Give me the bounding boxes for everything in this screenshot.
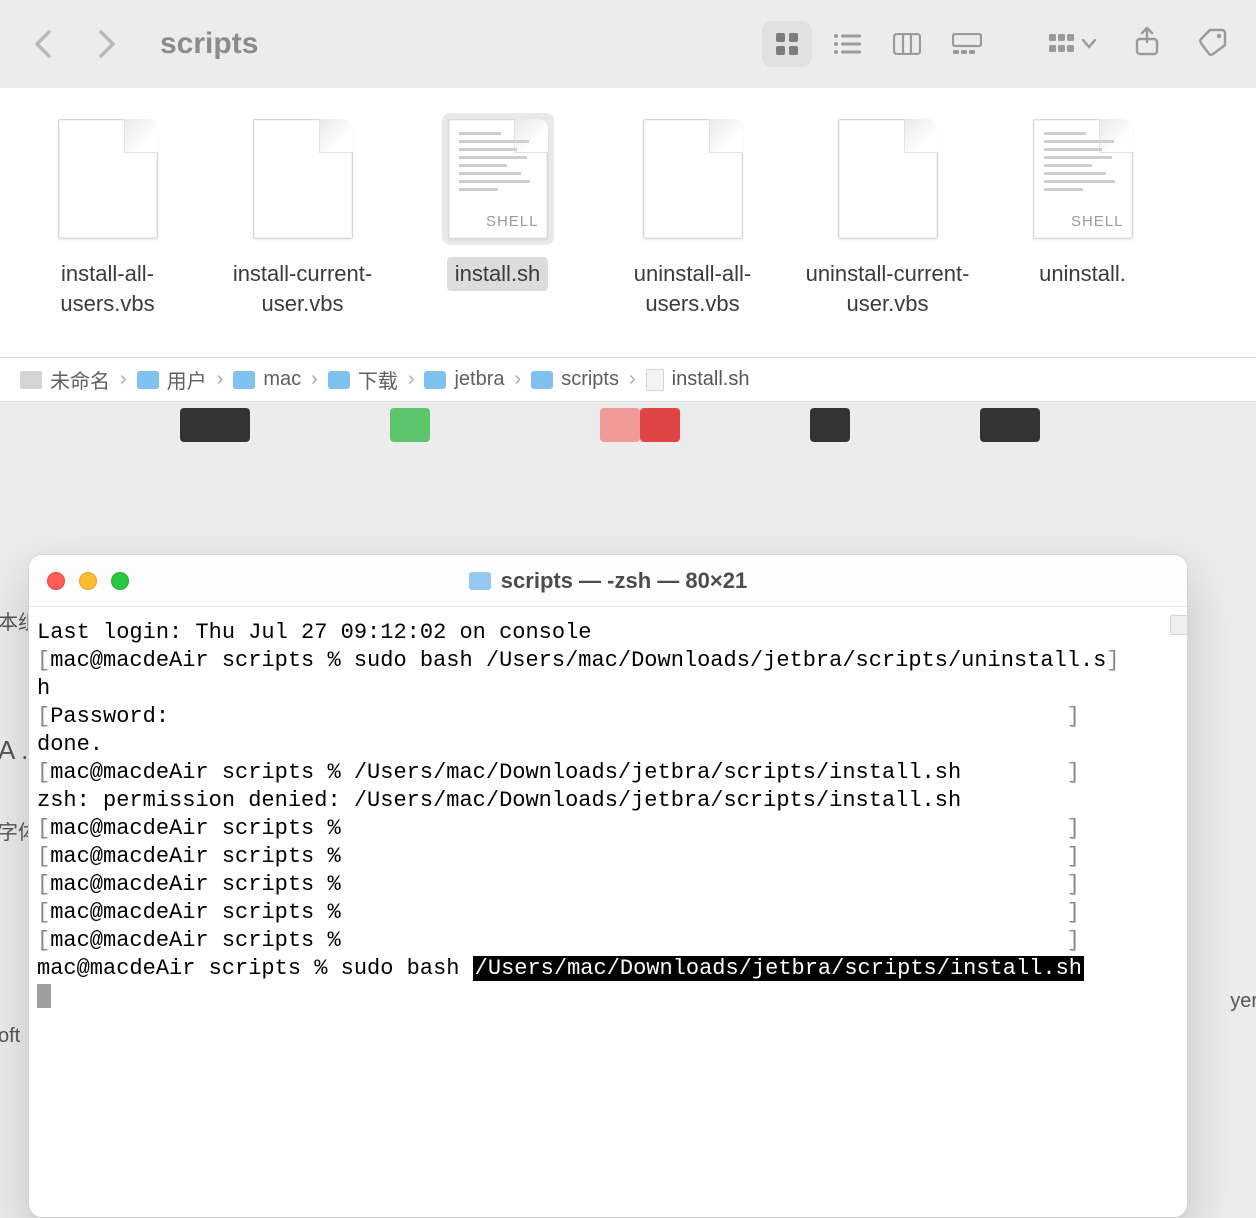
- path-label: install.sh: [672, 368, 750, 391]
- file-item[interactable]: install-all-users.vbs: [10, 113, 205, 321]
- path-label: mac: [263, 368, 301, 391]
- terminal-cursor: [37, 984, 51, 1008]
- path-bar: 未命名 › 用户 › mac › 下载 › jetbra › scripts › install.sh: [0, 358, 1256, 402]
- terminal-cursor-line: [37, 983, 1179, 1011]
- path-segment[interactable]: 下载: [328, 365, 398, 394]
- terminal-line: mac@macdeAir scripts %: [37, 871, 1179, 899]
- file-icon: [247, 113, 359, 245]
- terminal-line: Password:: [37, 703, 1179, 731]
- view-gallery-button[interactable]: [942, 21, 992, 67]
- file-item[interactable]: SHELL uninstall.: [985, 113, 1180, 291]
- window-minimize-button[interactable]: [79, 572, 97, 590]
- terminal-line: mac@macdeAir scripts %: [37, 815, 1179, 843]
- file-label: uninstall-current-user.vbs: [790, 257, 985, 321]
- share-button[interactable]: [1134, 27, 1160, 62]
- file-item[interactable]: SHELL install.sh: [400, 113, 595, 291]
- path-label: 用户: [167, 365, 207, 394]
- terminal-line: zsh: permission denied: /Users/mac/Downl…: [37, 787, 1179, 815]
- chevron-right-icon: ›: [515, 368, 522, 391]
- path-label: scripts: [561, 368, 619, 391]
- terminal-title: scripts — -zsh — 80×21: [501, 568, 747, 594]
- terminal-selection: /Users/mac/Downloads/jetbra/scripts/inst…: [473, 956, 1084, 981]
- view-mode-group: [762, 21, 992, 67]
- file-type-tag: SHELL: [1071, 213, 1124, 230]
- file-label: install-all-users.vbs: [10, 257, 205, 321]
- file-icon: SHELL: [1027, 113, 1139, 245]
- folder-icon: [233, 371, 255, 389]
- chevron-right-icon: ›: [217, 368, 224, 391]
- chevron-right-icon: ›: [408, 368, 415, 391]
- view-icons-button[interactable]: [762, 21, 812, 67]
- file-item[interactable]: install-current-user.vbs: [205, 113, 400, 321]
- finder-window: scripts: [0, 0, 1256, 402]
- file-icon: [646, 369, 664, 391]
- terminal-line: mac@macdeAir scripts %: [37, 899, 1179, 927]
- folder-icon: [469, 572, 491, 590]
- desktop-peek-right: yer: [1230, 540, 1256, 1013]
- file-icon: [637, 113, 749, 245]
- terminal-line: h: [37, 675, 1179, 703]
- folder-icon: [424, 371, 446, 389]
- terminal-body[interactable]: Last login: Thu Jul 27 09:12:02 on conso…: [29, 607, 1187, 1217]
- terminal-line: done.: [37, 731, 1179, 759]
- disk-icon: [20, 371, 42, 389]
- path-label: 未命名: [50, 365, 110, 394]
- path-segment[interactable]: mac: [233, 368, 301, 391]
- file-icon: [832, 113, 944, 245]
- file-icon: [52, 113, 164, 245]
- peek-text: yer: [1230, 990, 1256, 1013]
- path-label: jetbra: [454, 368, 504, 391]
- nav-forward-button[interactable]: [88, 27, 122, 61]
- folder-icon: [328, 371, 350, 389]
- terminal-line: mac@macdeAir scripts %: [37, 927, 1179, 955]
- finder-content[interactable]: install-all-users.vbsinstall-current-use…: [0, 88, 1256, 358]
- path-label: 下载: [358, 365, 398, 394]
- path-segment[interactable]: 未命名: [20, 365, 110, 394]
- finder-title: scripts: [160, 27, 258, 61]
- folder-icon: [137, 371, 159, 389]
- chevron-right-icon: ›: [629, 368, 636, 391]
- terminal-titlebar[interactable]: scripts — -zsh — 80×21: [29, 555, 1187, 607]
- file-type-tag: SHELL: [486, 213, 539, 230]
- chevron-right-icon: ›: [311, 368, 318, 391]
- terminal-scrollbar[interactable]: [1170, 615, 1188, 635]
- folder-icon: [531, 371, 553, 389]
- file-label: install-current-user.vbs: [205, 257, 400, 321]
- tags-button[interactable]: [1198, 27, 1228, 62]
- terminal-line: mac@macdeAir scripts %: [37, 843, 1179, 871]
- terminal-window: scripts — -zsh — 80×21 Last login: Thu J…: [28, 554, 1188, 1218]
- window-close-button[interactable]: [47, 572, 65, 590]
- path-segment[interactable]: install.sh: [646, 368, 750, 391]
- path-segment[interactable]: 用户: [137, 365, 207, 394]
- desktop-peek-strip: [0, 402, 1256, 456]
- file-item[interactable]: uninstall-all-users.vbs: [595, 113, 790, 321]
- chevron-right-icon: ›: [120, 368, 127, 391]
- file-item[interactable]: uninstall-current-user.vbs: [790, 113, 985, 321]
- file-label: install.sh: [447, 257, 549, 291]
- file-label: uninstall.: [1031, 257, 1134, 291]
- view-list-button[interactable]: [822, 21, 872, 67]
- nav-back-button[interactable]: [28, 27, 62, 61]
- window-zoom-button[interactable]: [111, 572, 129, 590]
- path-segment[interactable]: jetbra: [424, 368, 504, 391]
- terminal-line: Last login: Thu Jul 27 09:12:02 on conso…: [37, 619, 1179, 647]
- terminal-line: mac@macdeAir scripts % sudo bash /Users/…: [37, 647, 1179, 675]
- view-columns-button[interactable]: [882, 21, 932, 67]
- file-label: uninstall-all-users.vbs: [595, 257, 790, 321]
- file-icon: SHELL: [442, 113, 554, 245]
- finder-toolbar: scripts: [0, 0, 1256, 88]
- terminal-line: mac@macdeAir scripts % sudo bash /Users/…: [37, 955, 1179, 983]
- terminal-line: mac@macdeAir scripts % /Users/mac/Downlo…: [37, 759, 1179, 787]
- path-segment[interactable]: scripts: [531, 368, 619, 391]
- group-by-button[interactable]: [1048, 27, 1096, 62]
